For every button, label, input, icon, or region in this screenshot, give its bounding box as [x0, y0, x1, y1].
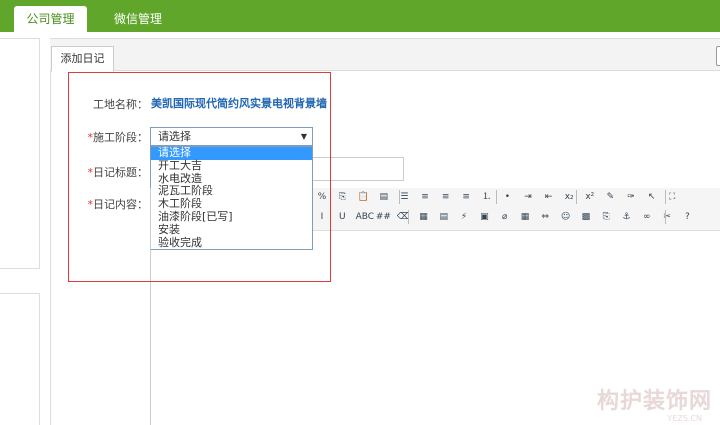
link2-icon[interactable]: ∞: [640, 210, 654, 224]
subscript-icon[interactable]: x₂: [562, 190, 576, 204]
title-input[interactable]: [313, 157, 404, 181]
stage-label: *施工阶段：: [87, 131, 149, 144]
outdent-icon[interactable]: ⇤: [542, 190, 556, 204]
hr-icon[interactable]: ##: [376, 210, 391, 224]
underline-icon[interactable]: U: [335, 210, 349, 224]
panel-toggle-button[interactable]: [716, 46, 720, 66]
fullscreen-icon[interactable]: ⛶: [665, 190, 679, 204]
stage-option[interactable]: 开工大吉: [151, 159, 312, 173]
chevron-down-icon: ▼: [300, 132, 307, 141]
insert-table-icon[interactable]: ▤: [437, 210, 451, 224]
justify-icon[interactable]: ≡: [459, 190, 473, 204]
toolbar-separator: [576, 190, 577, 204]
left-panel-bottom: [0, 293, 40, 425]
unlink-icon[interactable]: ✂: [660, 210, 674, 224]
stage-option[interactable]: 请选择: [151, 146, 312, 160]
image-icon[interactable]: ▩: [579, 210, 593, 224]
strikethrough-icon[interactable]: ABC: [356, 210, 374, 224]
pagebreak-icon[interactable]: ⎘: [599, 210, 613, 224]
title-label: *日记标题：: [87, 166, 149, 179]
paste-word-icon[interactable]: ▤: [377, 190, 391, 204]
ordered-list-icon[interactable]: ⒈: [480, 190, 494, 204]
indent-icon[interactable]: ⇥: [521, 190, 535, 204]
toolbar-separator: [496, 190, 497, 204]
unordered-list-icon[interactable]: •: [500, 190, 514, 204]
paste-text-icon[interactable]: 📋: [356, 190, 370, 204]
stage-select-value: 请选择: [158, 130, 191, 143]
align-center-icon[interactable]: ≡: [418, 190, 432, 204]
content-label: *日记内容：: [87, 198, 149, 211]
toolbar-separator: [399, 190, 400, 204]
align-right-icon[interactable]: ≡: [439, 190, 453, 204]
media-icon[interactable]: ▣: [477, 210, 491, 224]
watermark: 构护装饰网: [596, 389, 712, 414]
cursor-icon[interactable]: ↖: [645, 190, 659, 204]
copy-icon[interactable]: %: [315, 190, 329, 204]
left-panel-top: [0, 38, 40, 269]
site-name-label: 工地名称：: [93, 98, 148, 111]
stage-select[interactable]: 请选择 ▼: [150, 127, 313, 146]
watermark-url: YEZS.CN: [667, 414, 702, 423]
toolbar-separator: [408, 210, 409, 224]
tab-wechat-management[interactable]: 微信管理: [104, 6, 172, 32]
editor-toolbar: % ⎘ 📋 ▤ ☰ ≡ ≡ ≡ ⒈ • ⇥ ⇤ x₂ x² ✎ ✑ ↖ ⛶ I U ABC ## ⌫ ▦ ▤ ⚡ ▣ ⌀ ▦ ⇔ ☺ ▩ ⎘ ⚓…: [313, 188, 720, 231]
anchor-icon[interactable]: ⚓: [620, 210, 634, 224]
link-icon[interactable]: ⇔: [538, 210, 552, 224]
select-all-icon[interactable]: ✑: [624, 190, 638, 204]
tab-company-management[interactable]: 公司管理: [14, 6, 87, 32]
toolbar-separator: [665, 190, 666, 204]
table-icon[interactable]: ▦: [518, 210, 532, 224]
site-name-value: 美凯国际现代简约风实景电视背景墙: [151, 97, 327, 110]
attachment-icon[interactable]: ⌀: [498, 210, 512, 224]
content-tabbar: [50, 38, 720, 71]
italic-icon[interactable]: I: [315, 210, 329, 224]
toolbar-separator: [665, 210, 666, 224]
insert-image-icon[interactable]: ▦: [417, 210, 431, 224]
clear-format-icon[interactable]: ✎: [603, 190, 617, 204]
superscript-icon[interactable]: x²: [583, 190, 597, 204]
tab-add-diary[interactable]: 添加日记: [51, 46, 114, 72]
emoticon-icon[interactable]: ☺: [559, 210, 573, 224]
top-nav: 公司管理 微信管理: [0, 0, 720, 32]
help-icon[interactable]: ?: [680, 210, 694, 224]
paste-icon[interactable]: ⎘: [336, 190, 350, 204]
flash-icon[interactable]: ⚡: [457, 210, 471, 224]
